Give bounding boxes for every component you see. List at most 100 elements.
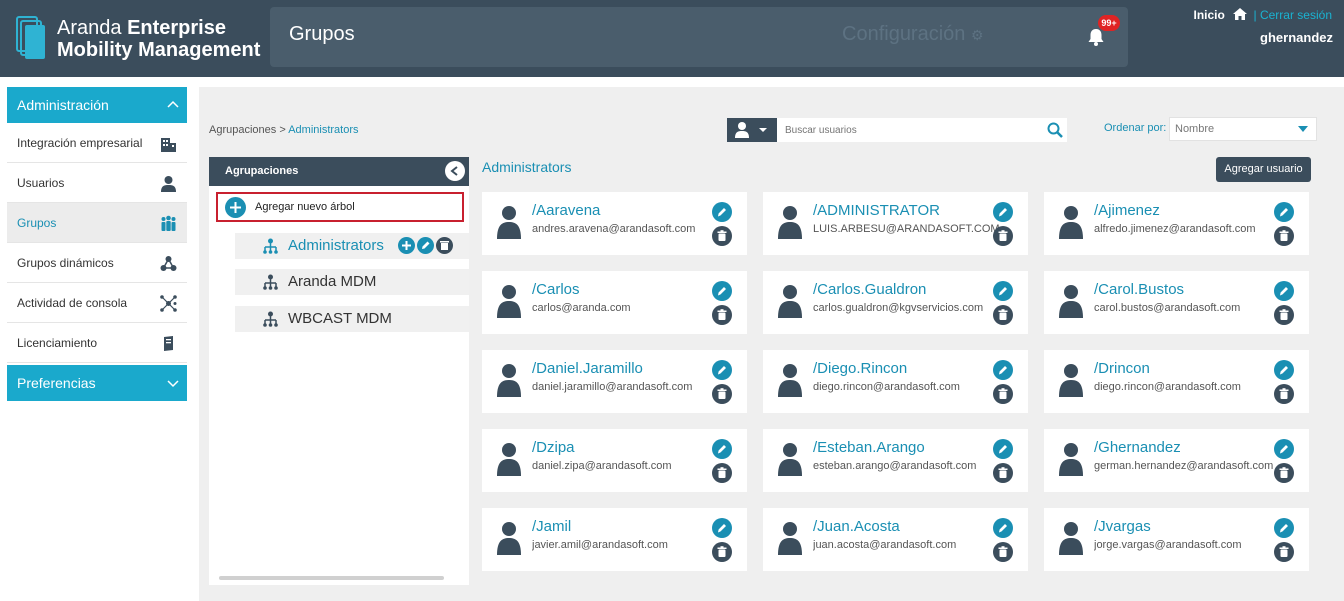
trash-icon[interactable]: [712, 542, 732, 562]
trash-icon[interactable]: [993, 305, 1013, 325]
sidebar-section-administracion[interactable]: Administración: [7, 87, 187, 123]
edit-icon[interactable]: [993, 518, 1013, 538]
user-card[interactable]: /Dzipa daniel.zipa@arandasoft.com: [482, 429, 747, 492]
user-card[interactable]: /Daniel.Jaramillo daniel.jaramillo@aranda…: [482, 350, 747, 413]
add-tree-button[interactable]: Agregar nuevo árbol: [216, 192, 464, 222]
edit-icon[interactable]: [712, 518, 732, 538]
username[interactable]: ghernandez: [1260, 30, 1333, 45]
chevron-up-icon: [167, 99, 179, 111]
user-card[interactable]: /Drincon diego.rincon@arandasoft.com: [1044, 350, 1309, 413]
logout-link[interactable]: Cerrar sesión: [1260, 8, 1332, 22]
trash-icon[interactable]: [993, 463, 1013, 483]
user-card[interactable]: /Carlos.Gualdron carlos.gualdron@kgvservi…: [763, 271, 1028, 334]
trash-icon[interactable]: [993, 226, 1013, 246]
user-name[interactable]: /Carlos.Gualdron: [813, 281, 926, 298]
trash-icon[interactable]: [712, 384, 732, 404]
trash-icon[interactable]: [1274, 542, 1294, 562]
sidebar-item-licenciamiento[interactable]: Licenciamiento: [7, 323, 187, 363]
user-name[interactable]: /Carlos: [532, 281, 580, 298]
trash-icon[interactable]: [712, 305, 732, 325]
user-name[interactable]: /Drincon: [1094, 360, 1150, 377]
sidebar-item-label: Grupos: [17, 216, 57, 230]
tree-node-label: Aranda MDM: [288, 273, 377, 290]
config-link[interactable]: Configuración ⚙: [842, 23, 984, 46]
user-card[interactable]: /Esteban.Arango esteban.arango@arandasoft…: [763, 429, 1028, 492]
user-card[interactable]: /Jvargas jorge.vargas@arandasoft.com: [1044, 508, 1309, 571]
sidebar-item-label: Integración empresarial: [17, 136, 143, 150]
home-link[interactable]: Inicio: [1193, 8, 1224, 22]
user-name[interactable]: /Carol.Bustos: [1094, 281, 1184, 298]
user-name[interactable]: /Daniel.Jaramillo: [532, 360, 643, 377]
tree-node-administrators[interactable]: Administrators: [235, 233, 469, 259]
breadcrumb-root[interactable]: Agrupaciones: [209, 124, 276, 136]
edit-icon[interactable]: [712, 439, 732, 459]
order-select[interactable]: Nombre: [1169, 117, 1317, 141]
trash-icon[interactable]: [993, 542, 1013, 562]
trash-icon[interactable]: [712, 226, 732, 246]
edit-icon[interactable]: [1274, 439, 1294, 459]
user-card[interactable]: /Ajimenez alfredo.jimenez@arandasoft.com: [1044, 192, 1309, 255]
user-card[interactable]: /Carol.Bustos carol.bustos@arandasoft.com: [1044, 271, 1309, 334]
trash-icon[interactable]: [1274, 384, 1294, 404]
user-card[interactable]: /Jamil javier.amil@arandasoft.com: [482, 508, 747, 571]
search-input[interactable]: [779, 118, 1041, 142]
user-card[interactable]: /Ghernandez german.hernandez@arandasoft.c…: [1044, 429, 1309, 492]
trash-icon[interactable]: [712, 463, 732, 483]
user-card[interactable]: /Juan.Acosta juan.acosta@arandasoft.com: [763, 508, 1028, 571]
edit-icon[interactable]: [993, 439, 1013, 459]
user-name[interactable]: /Juan.Acosta: [813, 518, 900, 535]
sidebar-section-preferencias[interactable]: Preferencias: [7, 365, 187, 401]
gear-icon: ⚙: [970, 27, 984, 43]
trash-icon[interactable]: [1274, 463, 1294, 483]
section-label: Preferencias: [17, 375, 96, 391]
search-icon[interactable]: [1047, 122, 1063, 138]
user-name[interactable]: /ADMINISTRATOR: [813, 202, 940, 219]
user-card[interactable]: /Carlos carlos@aranda.com: [482, 271, 747, 334]
edit-icon[interactable]: [1274, 360, 1294, 380]
trash-icon[interactable]: [993, 384, 1013, 404]
user-name[interactable]: /Diego.Rincon: [813, 360, 907, 377]
user-name[interactable]: /Ajimenez: [1094, 202, 1160, 219]
edit-icon[interactable]: [1274, 202, 1294, 222]
sidebar-item-grupos-dinamicos[interactable]: Grupos dinámicos: [7, 243, 187, 283]
user-card[interactable]: /Aaravena andres.aravena@arandasoft.com: [482, 192, 747, 255]
trash-icon[interactable]: [1274, 305, 1294, 325]
edit-icon[interactable]: [993, 202, 1013, 222]
search-type-dropdown[interactable]: [727, 118, 777, 142]
user-email: juan.acosta@arandasoft.com: [813, 539, 957, 551]
user-name[interactable]: /Jvargas: [1094, 518, 1151, 535]
edit-icon[interactable]: [712, 202, 732, 222]
trash-icon[interactable]: [1274, 226, 1294, 246]
sidebar-item-integracion[interactable]: Integración empresarial: [7, 123, 187, 163]
add-node-icon[interactable]: [398, 237, 415, 254]
tree-node-wbcast-mdm[interactable]: WBCAST MDM: [235, 306, 469, 332]
group-icon: [160, 215, 177, 232]
edit-node-icon[interactable]: [417, 237, 434, 254]
user-avatar-icon: [1059, 363, 1083, 397]
edit-icon[interactable]: [712, 360, 732, 380]
horizontal-scrollbar[interactable]: [219, 576, 444, 580]
user-name[interactable]: /Aaravena: [532, 202, 600, 219]
delete-node-icon[interactable]: [436, 237, 453, 254]
edit-icon[interactable]: [712, 281, 732, 301]
user-avatar-icon: [1059, 284, 1083, 318]
user-card[interactable]: /Diego.Rincon diego.rincon@arandasoft.com: [763, 350, 1028, 413]
edit-icon[interactable]: [1274, 281, 1294, 301]
sidebar-item-usuarios[interactable]: Usuarios: [7, 163, 187, 203]
user-name[interactable]: /Esteban.Arango: [813, 439, 925, 456]
edit-icon[interactable]: [993, 281, 1013, 301]
user-name[interactable]: /Dzipa: [532, 439, 575, 456]
sidebar-item-actividad[interactable]: Actividad de consola: [7, 283, 187, 323]
sidebar-item-grupos[interactable]: Grupos: [7, 203, 187, 243]
tree-node-aranda-mdm[interactable]: Aranda MDM: [235, 269, 469, 295]
add-user-button[interactable]: Agregar usuario: [1216, 157, 1311, 182]
collapse-button[interactable]: [445, 161, 465, 181]
home-icon[interactable]: [1233, 8, 1248, 20]
edit-icon[interactable]: [993, 360, 1013, 380]
user-avatar-icon: [1059, 521, 1083, 555]
edit-icon[interactable]: [1274, 518, 1294, 538]
user-name[interactable]: /Jamil: [532, 518, 571, 535]
user-name[interactable]: /Ghernandez: [1094, 439, 1181, 456]
user-email: daniel.jaramillo@arandasoft.com: [532, 381, 693, 393]
user-card[interactable]: /ADMINISTRATOR LUIS.ARBESU@ARANDASOFT.COM: [763, 192, 1028, 255]
